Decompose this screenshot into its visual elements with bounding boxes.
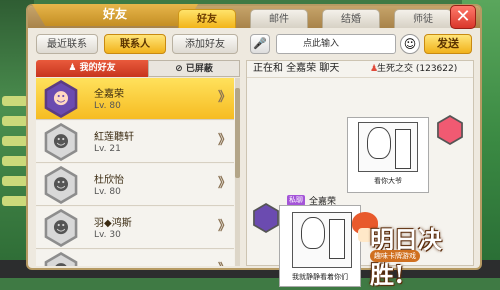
friend-level: Lv. 80 <box>94 101 121 111</box>
chat-message-peer[interactable]: 我就静静看着你们 <box>279 205 361 287</box>
bg-hud-bar <box>2 176 28 186</box>
bg-hud-bar <box>2 136 28 146</box>
avatar: ☻ <box>44 80 78 118</box>
chat-title: 正在和 全嘉荣 聊天 <box>253 63 340 74</box>
chat-input-field[interactable]: 点此输入 ▼ <box>277 37 411 51</box>
friend-level: Lv. 30 <box>94 230 121 240</box>
window-title-ribbon: 好友 <box>32 4 198 26</box>
recent-contacts-button[interactable]: 最近联系 <box>36 34 98 54</box>
chat-header: 正在和 全嘉荣 聊天 ♟ 生死之交 (123622) <box>247 61 473 78</box>
avatar[interactable] <box>437 115 463 145</box>
sticker-caption: 我就静静看着你们 <box>292 273 348 281</box>
close-icon: ✕ <box>455 6 471 27</box>
bg-hud-bar <box>2 156 28 166</box>
tab-mail[interactable]: 邮件 <box>250 9 308 28</box>
chevron-right-icon[interactable]: 》 <box>218 133 231 149</box>
friend-row[interactable]: ☻ 羽◆鸿斯 Lv. 30 》 <box>36 207 234 249</box>
friends-panel: 最近联系 联系人 添加好友 ♟ 我的好友 ⊘ 已屏蔽 ☻ 全嘉荣 Lv. 80 … <box>36 32 240 266</box>
emoji-button[interactable]: ☺ <box>400 34 420 54</box>
friend-name: 紅莲聽轩 <box>94 132 134 143</box>
chat-input-placeholder: 点此输入 <box>303 39 340 49</box>
friend-name: 羽◆鸿斯 <box>94 218 132 229</box>
friend-subtabs: ♟ 我的好友 ⊘ 已屏蔽 <box>36 60 240 77</box>
sticker-caption: 看你大爷 <box>374 177 402 185</box>
chevron-right-icon[interactable]: 》 <box>218 262 231 266</box>
friend-row[interactable]: ☻ 全嘉荣 Lv. 80 》 <box>36 78 234 120</box>
smiley-icon: ☺ <box>403 37 417 51</box>
scrollbar-thumb[interactable] <box>235 88 240 178</box>
chevron-right-icon[interactable]: 》 <box>218 90 231 106</box>
avatar[interactable] <box>253 203 279 233</box>
friend-name: 全嘉荣 <box>94 89 124 100</box>
group-name: 生死之交 (123622) <box>377 64 458 74</box>
logo-subtitle: 趣味卡牌游戏 <box>370 250 420 262</box>
tab-blocked[interactable]: ⊘ 已屏蔽 <box>148 60 240 77</box>
chevron-right-icon[interactable]: 》 <box>218 176 231 192</box>
chat-input[interactable]: 点此输入 ▼ <box>276 34 411 54</box>
avatar: ☻ <box>44 166 78 204</box>
meme-sticker <box>358 122 418 172</box>
bg-hud-bar <box>2 196 28 206</box>
tab-marriage[interactable]: 结婚 <box>322 9 380 28</box>
bg-hud-bar <box>2 116 28 126</box>
tab-mentor[interactable]: 师徒 <box>394 9 452 28</box>
friend-row[interactable]: ☻ 》 <box>36 250 234 266</box>
bg-hud-bar <box>2 96 28 106</box>
avatar: ☻ <box>44 209 78 247</box>
add-friend-button[interactable]: 添加好友 <box>172 34 238 54</box>
microphone-icon[interactable]: 🎤 <box>250 34 270 54</box>
chat-message-self[interactable]: 看你大爷 <box>347 117 429 193</box>
avatar: ☻ <box>44 123 78 161</box>
tab-my-friends-label: 我的好友 <box>79 63 116 73</box>
title-bar: 好友 好友 邮件 结婚 师徒 ✕ <box>28 4 480 29</box>
tab-friends[interactable]: 好友 <box>178 9 236 28</box>
contacts-button[interactable]: 联系人 <box>104 34 166 54</box>
chevron-right-icon[interactable]: 》 <box>218 219 231 235</box>
friend-level: Lv. 80 <box>94 187 121 197</box>
game-logo: 明日决胜! 趣味卡牌游戏 <box>352 210 470 289</box>
tab-blocked-label: 已屏蔽 <box>185 64 213 74</box>
friend-level: Lv. 21 <box>94 144 121 154</box>
send-button[interactable]: 发送 <box>424 34 472 54</box>
avatar: ☻ <box>44 252 78 266</box>
meme-sticker <box>292 212 352 268</box>
friend-name: 杜欣怡 <box>94 175 124 186</box>
close-button[interactable]: ✕ <box>450 5 476 29</box>
friend-list-scrollbar[interactable] <box>235 78 240 266</box>
friend-list: ☻ 全嘉荣 Lv. 80 》 ☻ 紅莲聽轩 Lv. 21 》 ☻ 杜欣怡 Lv.… <box>36 78 240 266</box>
tab-my-friends[interactable]: ♟ 我的好友 <box>36 60 148 77</box>
friend-row[interactable]: ☻ 紅莲聽轩 Lv. 21 》 <box>36 121 234 163</box>
people-icon: ♟ <box>68 63 80 73</box>
friend-row[interactable]: ☻ 杜欣怡 Lv. 80 》 <box>36 164 234 206</box>
block-icon: ⊘ <box>175 64 186 74</box>
